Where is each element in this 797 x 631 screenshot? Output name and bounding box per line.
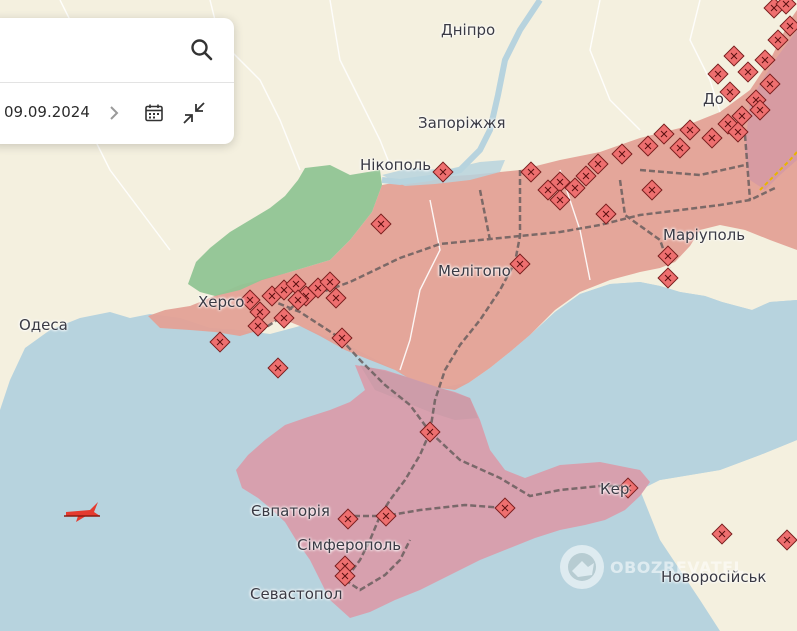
- watermark-text: OBOZREVATEL: [610, 558, 745, 577]
- search-button[interactable]: [188, 36, 216, 64]
- label-zaporizhzhia: Запоріжжя: [418, 114, 506, 132]
- search-icon: [191, 39, 213, 61]
- label-kerch: Кер: [600, 480, 630, 498]
- date-row: 09.09.2024: [0, 82, 234, 144]
- label-nikopol: Нікополь: [360, 156, 432, 174]
- label-kherson: Херсо: [198, 293, 245, 311]
- search-row[interactable]: [0, 18, 234, 83]
- label-donetsk: До: [703, 90, 724, 108]
- label-mariupol: Маріуполь: [663, 226, 746, 244]
- label-yevpatoria: Євпаторія: [251, 502, 330, 520]
- collapse-arrows-icon: [183, 102, 205, 124]
- next-date-button[interactable]: [100, 99, 128, 127]
- date-value[interactable]: 09.09.2024: [4, 103, 90, 121]
- label-odesa: Одеса: [19, 316, 68, 334]
- map-control-panel: 09.09.2024: [0, 18, 234, 144]
- chevron-right-icon: [110, 106, 119, 120]
- label-sevastopol: Севастопол: [250, 585, 343, 603]
- calendar-button[interactable]: [140, 99, 168, 127]
- label-melitopol: Мелітопо: [438, 262, 511, 280]
- label-simferopol: Сімферополь: [297, 536, 402, 554]
- calendar-icon: [145, 104, 163, 122]
- watermark-logo: [560, 545, 604, 589]
- collapse-button[interactable]: [180, 99, 208, 127]
- watermark: OBOZREVATEL: [558, 543, 778, 593]
- label-dnipro: Дніпро: [441, 21, 496, 39]
- aircraft-icon: [64, 502, 100, 522]
